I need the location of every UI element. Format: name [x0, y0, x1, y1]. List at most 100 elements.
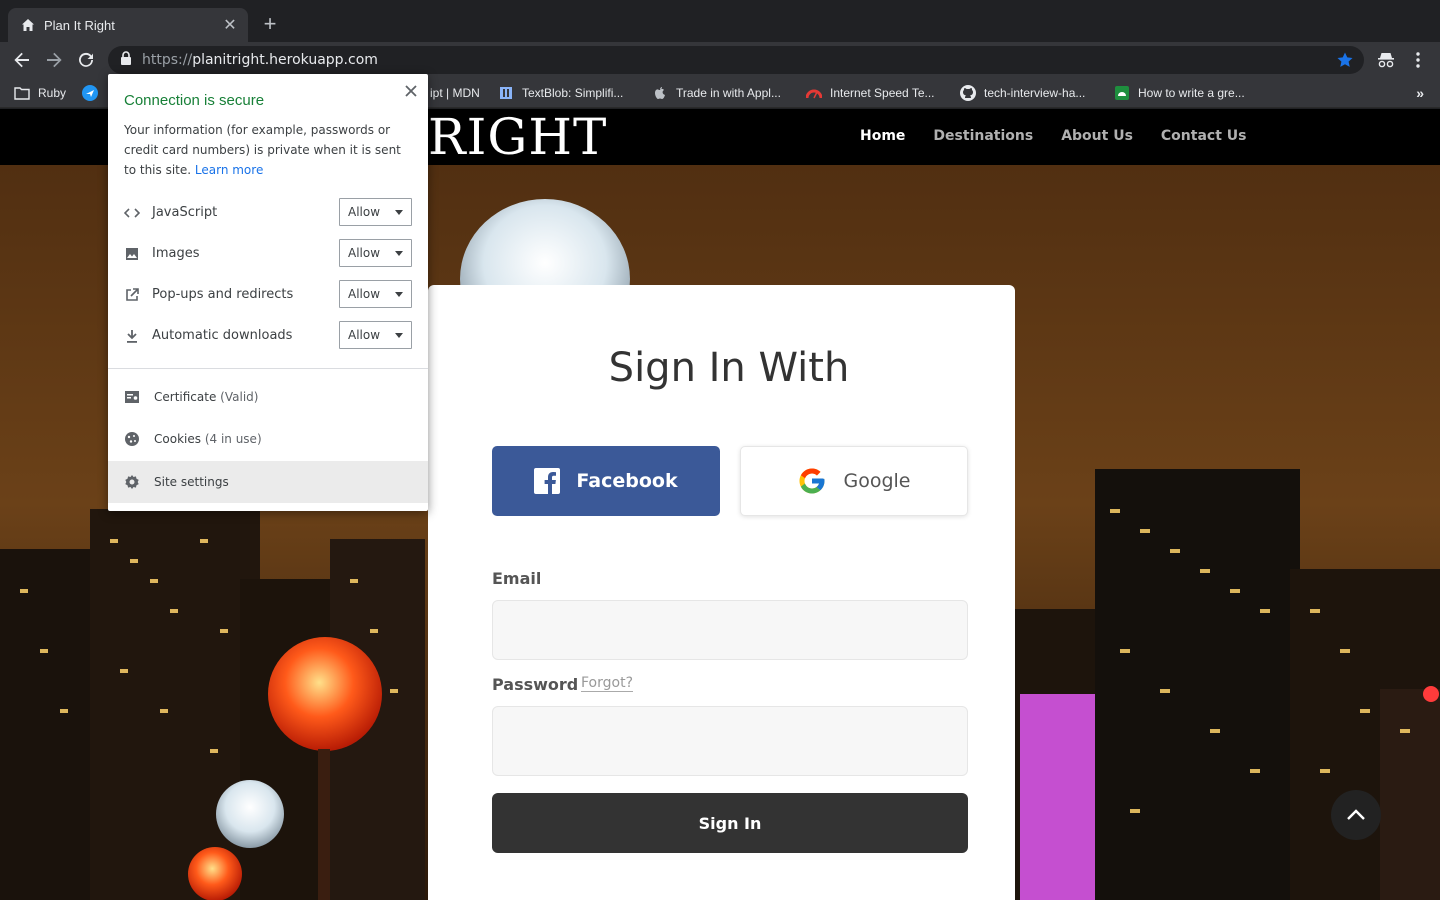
google-signin-button[interactable]: Google	[740, 446, 968, 516]
back-button[interactable]	[10, 48, 34, 72]
google-icon	[797, 466, 827, 496]
bookmark-label: tech-interview-ha...	[984, 86, 1086, 100]
signin-heading: Sign In With	[608, 345, 850, 391]
cookie-icon	[124, 431, 140, 447]
select-value: Allow	[348, 287, 381, 301]
popup-divider	[108, 368, 428, 369]
nav-about-us[interactable]: About Us	[1061, 128, 1133, 144]
bookmark-ruby[interactable]: Ruby	[14, 83, 66, 103]
incognito-profile-button[interactable]	[1374, 48, 1398, 72]
bookmark-apple-trade-in[interactable]: Trade in with Appl...	[652, 83, 781, 103]
folder-icon	[14, 85, 30, 101]
permission-javascript: JavaScript Allow	[108, 198, 428, 228]
permission-images: Images Allow	[108, 239, 428, 269]
speedometer-icon	[806, 85, 822, 101]
tab-strip: Plan It Right ✕ +	[0, 0, 1440, 42]
permission-name: Images	[152, 246, 200, 261]
plane-icon	[82, 85, 98, 101]
google-label: Google	[843, 470, 911, 492]
certificate-row[interactable]: Certificate (Valid)	[108, 376, 428, 418]
chevron-up-icon	[1347, 809, 1365, 820]
learn-more-link[interactable]: Learn more	[195, 163, 263, 177]
forgot-password-link[interactable]: Forgot?	[581, 675, 634, 692]
site-settings-row[interactable]: Site settings	[108, 461, 428, 503]
bookmark-label: Ruby	[38, 86, 67, 100]
bookmark-label: TextBlob: Simplifi...	[522, 86, 624, 100]
incognito-icon	[1378, 53, 1394, 68]
download-icon	[124, 328, 140, 344]
forward-button[interactable]	[42, 48, 66, 72]
bookmark-how-to-write[interactable]: How to write a gre...	[1114, 83, 1245, 103]
images-select[interactable]: Allow	[339, 239, 412, 267]
reload-icon	[79, 52, 93, 67]
select-value: Allow	[348, 246, 381, 260]
kebab-menu-icon	[1416, 52, 1420, 68]
connection-description: Your information (for example, passwords…	[124, 120, 416, 180]
permission-name: Automatic downloads	[152, 328, 293, 343]
caret-down-icon	[395, 292, 403, 297]
site-nav-links: Home Destinations About Us Contact Us	[860, 128, 1246, 144]
bookmark-speed-test[interactable]: Internet Speed Te...	[806, 83, 935, 103]
permission-name: Pop-ups and redirects	[152, 287, 294, 302]
certificate-label: Certificate (Valid)	[154, 390, 259, 404]
caret-down-icon	[395, 210, 403, 215]
password-label: Password	[492, 675, 579, 694]
cookies-row[interactable]: Cookies (4 in use)	[108, 418, 428, 460]
select-value: Allow	[348, 328, 381, 342]
bookmarks-overflow-button[interactable]: »	[1416, 85, 1424, 101]
scroll-to-top-button[interactable]	[1331, 790, 1381, 840]
select-value: Allow	[348, 205, 381, 219]
android-icon	[1114, 85, 1130, 101]
popups-select[interactable]: Allow	[339, 280, 412, 308]
site-info-popup: Connection is secure Your information (f…	[108, 74, 428, 511]
bookmark-label: Trade in with Appl...	[676, 86, 781, 100]
bookmark-plane[interactable]	[82, 83, 106, 103]
nav-contact-us[interactable]: Contact Us	[1161, 128, 1247, 144]
bookmark-star-icon[interactable]	[1336, 51, 1354, 74]
site-logo[interactable]: RIGHT	[428, 111, 607, 163]
signin-submit-button[interactable]: Sign In	[492, 793, 968, 853]
nav-destinations[interactable]: Destinations	[933, 128, 1033, 144]
nav-home[interactable]: Home	[860, 128, 905, 144]
address-bar[interactable]: https://planitright.herokuapp.com	[108, 46, 1364, 74]
cookies-label: Cookies (4 in use)	[154, 432, 262, 446]
arrow-right-icon	[47, 52, 62, 68]
book-icon	[498, 85, 514, 101]
downloads-select[interactable]: Allow	[339, 321, 412, 349]
permission-popups: Pop-ups and redirects Allow	[108, 280, 428, 310]
lock-icon[interactable]	[120, 50, 132, 70]
apple-icon	[652, 85, 668, 101]
caret-down-icon	[395, 333, 403, 338]
arrow-left-icon	[14, 52, 29, 68]
browser-menu-button[interactable]	[1406, 48, 1430, 72]
tab-title: Plan It Right	[44, 17, 115, 33]
bookmark-label: ipt | MDN	[430, 86, 480, 100]
facebook-icon	[534, 468, 561, 494]
certificate-icon	[124, 389, 140, 405]
image-icon	[124, 246, 140, 262]
email-label: Email	[492, 569, 542, 588]
site-settings-label: Site settings	[154, 475, 229, 489]
tab-close-icon[interactable]: ✕	[222, 15, 238, 35]
password-field[interactable]	[492, 706, 968, 776]
email-field[interactable]	[492, 600, 968, 660]
bookmark-textblob[interactable]: TextBlob: Simplifi...	[498, 83, 623, 103]
permission-downloads: Automatic downloads Allow	[108, 321, 428, 351]
bookmark-label: Internet Speed Te...	[830, 86, 935, 100]
reload-button[interactable]	[74, 48, 98, 72]
connection-secure-title: Connection is secure	[124, 92, 265, 109]
popup-close-icon[interactable]	[402, 82, 420, 100]
bookmark-github[interactable]: tech-interview-ha...	[960, 83, 1085, 103]
bookmark-label: How to write a gre...	[1138, 86, 1245, 100]
browser-toolbar: https://planitright.herokuapp.com	[0, 42, 1440, 78]
new-tab-button[interactable]: +	[258, 12, 282, 36]
bookmark-mdn[interactable]: ipt | MDN	[430, 83, 480, 103]
code-icon	[123, 205, 141, 221]
github-icon	[960, 85, 976, 101]
javascript-select[interactable]: Allow	[339, 198, 412, 226]
gear-icon	[124, 474, 140, 490]
facebook-signin-button[interactable]: Facebook	[492, 446, 720, 516]
facebook-label: Facebook	[576, 470, 678, 492]
browser-tab[interactable]: Plan It Right ✕	[8, 8, 248, 42]
url-text: https://planitright.herokuapp.com	[142, 52, 378, 68]
